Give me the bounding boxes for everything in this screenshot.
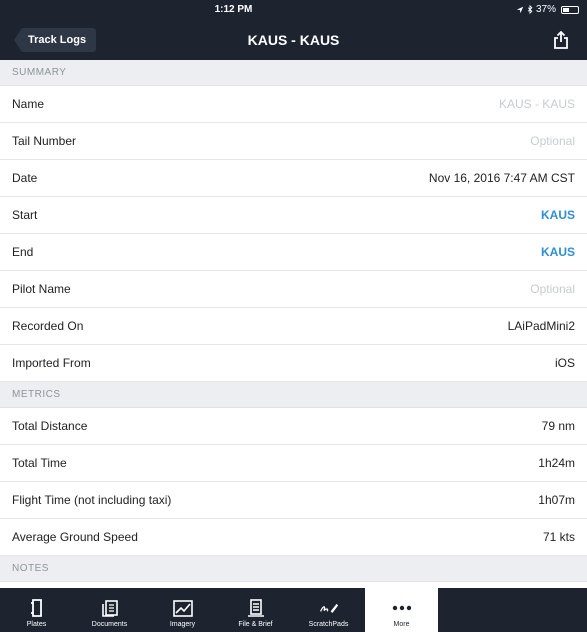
row-name[interactable]: Name KAUS - KAUS: [0, 86, 587, 123]
row-label: Start: [12, 208, 38, 222]
battery-icon: [561, 5, 579, 14]
row-value[interactable]: KAUS: [541, 208, 575, 222]
row-value: Nov 16, 2016 7:47 AM CST: [428, 171, 575, 185]
tab-label: More: [393, 621, 410, 628]
share-button[interactable]: [549, 28, 573, 52]
row-label: Recorded On: [12, 319, 84, 333]
row-label: Total Distance: [12, 419, 88, 433]
tab-label: Documents: [91, 621, 128, 628]
tab-bar-spacer: [438, 588, 587, 632]
tab-label: Imagery: [169, 621, 196, 628]
row-label: Total Time: [12, 456, 67, 470]
status-time: 1:12 PM: [214, 4, 253, 15]
row-value[interactable]: KAUS - KAUS: [499, 97, 575, 111]
row-label: Date: [12, 171, 38, 185]
row-label: Imported From: [12, 356, 91, 370]
plates-icon: [27, 598, 47, 618]
tab-file-brief[interactable]: File & Brief: [219, 588, 292, 632]
row-label: Tail Number: [12, 134, 77, 148]
status-indicators: 37%: [516, 4, 579, 15]
row-value[interactable]: Optional: [530, 134, 575, 148]
row-value: 71 kts: [542, 530, 575, 544]
row-imported-from[interactable]: Imported From iOS: [0, 345, 587, 382]
row-value[interactable]: Optional: [530, 282, 575, 296]
nav-bar: Track Logs KAUS - KAUS: [0, 20, 587, 60]
row-label: Pilot Name: [12, 282, 71, 296]
row-date[interactable]: Date Nov 16, 2016 7:47 AM CST: [0, 160, 587, 197]
row-average-ground-speed[interactable]: Average Ground Speed 71 kts: [0, 519, 587, 556]
row-value: 1h24m: [538, 456, 575, 470]
status-bar: 1:12 PM 37%: [0, 0, 587, 20]
tab-label: Plates: [26, 621, 47, 628]
row-start[interactable]: Start KAUS: [0, 197, 587, 234]
location-arrow-icon: [516, 6, 524, 13]
page-title: KAUS - KAUS: [247, 32, 340, 48]
section-header-summary: SUMMARY: [0, 60, 587, 86]
row-tail-number[interactable]: Tail Number Optional: [0, 123, 587, 160]
section-header-metrics: METRICS: [0, 382, 587, 408]
tab-scratchpads[interactable]: ScratchPads: [292, 588, 365, 632]
tab-plates[interactable]: Plates: [0, 588, 73, 632]
tab-imagery[interactable]: Imagery: [146, 588, 219, 632]
row-value: iOS: [554, 356, 575, 370]
row-label: Average Ground Speed: [12, 530, 138, 544]
row-recorded-on[interactable]: Recorded On LAiPadMini2: [0, 308, 587, 345]
row-value: 79 nm: [541, 419, 575, 433]
tab-label: ScratchPads: [308, 621, 349, 628]
row-total-time[interactable]: Total Time 1h24m: [0, 445, 587, 482]
share-icon: [554, 31, 568, 49]
bluetooth-icon: [527, 5, 533, 14]
file-brief-icon: [246, 598, 266, 618]
more-icon: [392, 598, 412, 618]
tab-label: File & Brief: [238, 621, 273, 628]
row-total-distance[interactable]: Total Distance 79 nm: [0, 408, 587, 445]
section-header-notes: NOTES: [0, 556, 587, 582]
imagery-icon: [172, 598, 193, 618]
scratchpads-icon: [319, 598, 339, 618]
tab-bar: Plates Documents Imagery File & Brief Scratc…: [0, 588, 587, 632]
tab-documents[interactable]: Documents: [73, 588, 146, 632]
battery-percent: 37%: [535, 4, 556, 15]
row-flight-time-not-including-taxi[interactable]: Flight Time (not including taxi) 1h07m: [0, 482, 587, 519]
row-value[interactable]: KAUS: [541, 245, 575, 259]
tab-more[interactable]: More: [365, 588, 438, 632]
documents-icon: [100, 598, 120, 618]
row-label: End: [12, 245, 34, 259]
row-end[interactable]: End KAUS: [0, 234, 587, 271]
row-label: Flight Time (not including taxi): [12, 493, 172, 507]
row-value: LAiPadMini2: [507, 319, 575, 333]
row-pilot-name[interactable]: Pilot Name Optional: [0, 271, 587, 308]
track-log-details: SUMMARY Name KAUS - KAUS Tail Number Optiona…: [0, 60, 587, 588]
row-label: Name: [12, 97, 45, 111]
row-value: 1h07m: [538, 493, 575, 507]
